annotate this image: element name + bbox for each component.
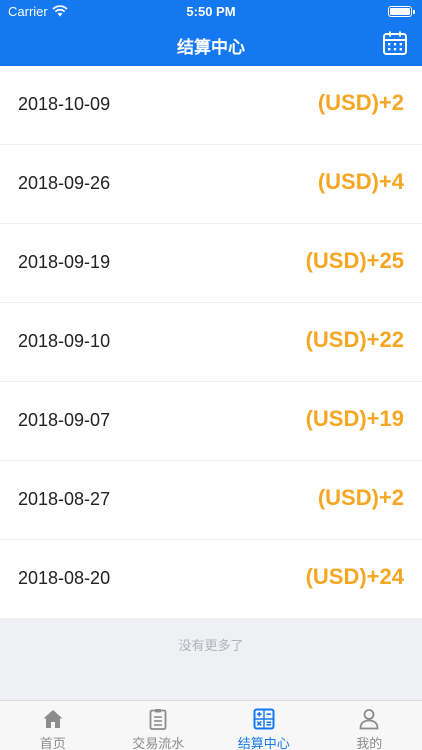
settlement-amount: (USD)+19	[305, 406, 404, 431]
settlement-row[interactable]: 2018-09-26 (USD)+4	[0, 145, 422, 224]
page-title: 结算中心	[177, 38, 245, 57]
no-more-text: 没有更多了	[178, 638, 244, 653]
clock: 5:50 PM	[186, 4, 236, 19]
tab-settlement[interactable]: 结算中心	[211, 701, 317, 750]
calculator-icon	[253, 708, 275, 730]
settlement-date: 2018-09-26	[18, 173, 111, 193]
person-icon	[359, 709, 379, 730]
settlement-row[interactable]: 2018-09-07 (USD)+19	[0, 382, 422, 461]
tab-label: 结算中心	[237, 736, 290, 750]
settlement-list: 2018-10-09 (USD)+2 2018-09-26 (USD)+4 20…	[0, 66, 422, 619]
battery-icon	[388, 6, 415, 17]
settlement-date: 2018-09-07	[18, 410, 111, 430]
tab-label: 我的	[356, 736, 383, 750]
nav-bar: 结算中心	[0, 22, 422, 66]
settlement-date: 2018-10-09	[18, 94, 111, 114]
settlement-row[interactable]: 2018-08-27 (USD)+2	[0, 461, 422, 540]
settlement-date: 2018-09-10	[18, 331, 111, 351]
settlement-amount: (USD)+2	[317, 90, 404, 115]
tab-transactions[interactable]: 交易流水	[106, 701, 212, 750]
settlement-date: 2018-09-19	[18, 252, 111, 272]
settlement-amount: (USD)+2	[317, 485, 404, 510]
tab-label: 交易流水	[132, 736, 185, 750]
settlement-amount: (USD)+25	[305, 248, 404, 273]
tab-home[interactable]: 首页	[0, 701, 106, 750]
status-bar: Carrier 5:50 PM	[0, 0, 422, 22]
settlement-row[interactable]: 2018-10-09 (USD)+2	[0, 66, 422, 145]
tab-label: 首页	[39, 736, 66, 750]
list-footer: 没有更多了	[0, 619, 422, 700]
settlement-amount: (USD)+22	[305, 327, 404, 352]
calendar-icon[interactable]	[382, 30, 408, 56]
tab-profile[interactable]: 我的	[317, 701, 422, 750]
tab-bar: 首页 交易流水 结算中心 我的	[0, 700, 422, 750]
settlement-row[interactable]: 2018-08-20 (USD)+24	[0, 540, 422, 619]
settlement-amount: (USD)+24	[305, 564, 404, 589]
settlement-amount: (USD)+4	[317, 169, 404, 194]
home-icon	[43, 710, 63, 728]
settlement-date: 2018-08-20	[18, 568, 111, 588]
clipboard-icon	[149, 709, 167, 730]
settlement-date: 2018-08-27	[18, 489, 111, 509]
settlement-row[interactable]: 2018-09-19 (USD)+25	[0, 224, 422, 303]
settlement-row[interactable]: 2018-09-10 (USD)+22	[0, 303, 422, 382]
